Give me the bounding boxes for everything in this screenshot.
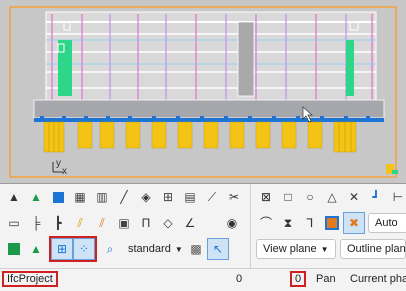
- wall-pattern-icon[interactable]: ▥: [92, 187, 112, 207]
- grid-view-icon[interactable]: ⊞: [158, 187, 178, 207]
- view-mode-dropdown[interactable]: standard ▼: [122, 239, 189, 259]
- view-plane-label: View plane: [263, 243, 317, 255]
- hatch-grid-icon[interactable]: ▦: [70, 187, 90, 207]
- line-tool-icon[interactable]: ╱: [114, 187, 134, 207]
- scissors-icon[interactable]: ✂: [224, 187, 244, 207]
- hourglass-icon[interactable]: ⧗: [278, 213, 298, 233]
- corner-icon[interactable]: ∠: [180, 213, 200, 233]
- view-mode-label: standard: [128, 243, 171, 255]
- status-bar: IfcProject 0 0 Pan Current pha: [0, 268, 406, 291]
- toolbar-divider: [250, 184, 251, 268]
- chevron-down-icon: ▼: [174, 244, 183, 254]
- outline-plane-label: Outline plane: [347, 243, 406, 255]
- panel-icon[interactable]: ▣: [114, 213, 134, 233]
- seven-shape-icon[interactable]: ⅂: [300, 213, 320, 233]
- dimension-icon[interactable]: ⊢: [388, 187, 406, 207]
- wave-icon[interactable]: ⌒: [256, 213, 276, 233]
- triangle-icon[interactable]: △: [322, 187, 342, 207]
- axis-y-label: y: [56, 158, 61, 169]
- orange-x-icon[interactable]: ✖: [343, 212, 365, 234]
- rectangle-icon[interactable]: □: [278, 187, 298, 207]
- axis-x-label: x: [62, 166, 67, 177]
- toolbar-area: ▲ ▲ ▦ ▥ ╱ ◈ ⊞ ▤ ⟋ ✂ ▭ ╞ ┣ ⫽ ⫽ ▣ Π ◇ ∠ ◉ …: [0, 184, 406, 268]
- stair-yellow-icon[interactable]: ⫽: [70, 213, 90, 233]
- select-green-arrow-icon[interactable]: ▲: [26, 239, 46, 259]
- status-highlighted-value[interactable]: 0: [290, 271, 307, 287]
- column-icon[interactable]: ╞: [26, 213, 46, 233]
- auto-dropdown[interactable]: Auto: [368, 213, 406, 233]
- outline-plane-dropdown[interactable]: Outline plane: [340, 239, 406, 259]
- cube-icon[interactable]: ◈: [136, 187, 156, 207]
- status-coordinate: 0: [236, 273, 243, 285]
- search-icon[interactable]: ⌕: [100, 239, 120, 259]
- model-viewport[interactable]: y x: [0, 0, 406, 184]
- select-green-icon[interactable]: ▲: [26, 187, 46, 207]
- chevron-down-icon: ▼: [320, 244, 329, 254]
- checker-icon[interactable]: ▩: [186, 239, 206, 259]
- corner-anchor-icon[interactable]: ┛: [366, 187, 386, 207]
- slope-tool-icon[interactable]: ⟋: [202, 187, 222, 207]
- selection-highlight-box: [49, 236, 97, 262]
- opening-icon[interactable]: Π: [136, 213, 156, 233]
- cross-icon[interactable]: ✕: [344, 187, 364, 207]
- pointer-select-icon[interactable]: ↖: [207, 238, 229, 260]
- status-pan-mode: Pan: [316, 273, 336, 285]
- building-elevation-view[interactable]: [0, 0, 406, 184]
- frame-green-icon[interactable]: [4, 239, 24, 259]
- status-current-phase[interactable]: Current pha: [350, 273, 406, 285]
- orange-square-icon[interactable]: [322, 213, 342, 233]
- beam-icon[interactable]: ┣: [48, 213, 68, 233]
- table-icon[interactable]: ▤: [180, 187, 200, 207]
- select-arrow-icon[interactable]: ▲: [4, 187, 24, 207]
- window-icon[interactable]: ▭: [4, 213, 24, 233]
- visibility-eye-icon[interactable]: ◉: [222, 213, 242, 233]
- box-cross-icon[interactable]: ⊠: [256, 187, 276, 207]
- solid-view-icon[interactable]: [48, 187, 68, 207]
- app-window: y x ▲ ▲ ▦ ▥ ╱ ◈ ⊞ ▤ ⟋ ✂ ▭ ╞ ┣ ⫽ ⫽ ▣ Π ◇ …: [0, 0, 406, 291]
- project-name[interactable]: IfcProject: [2, 271, 58, 287]
- auto-label: Auto: [375, 217, 398, 229]
- view-plane-dropdown[interactable]: View plane ▼: [256, 239, 336, 259]
- circle-icon[interactable]: ○: [300, 187, 320, 207]
- stair-orange-icon[interactable]: ⫽: [92, 213, 112, 233]
- layers-icon[interactable]: ◇: [158, 213, 178, 233]
